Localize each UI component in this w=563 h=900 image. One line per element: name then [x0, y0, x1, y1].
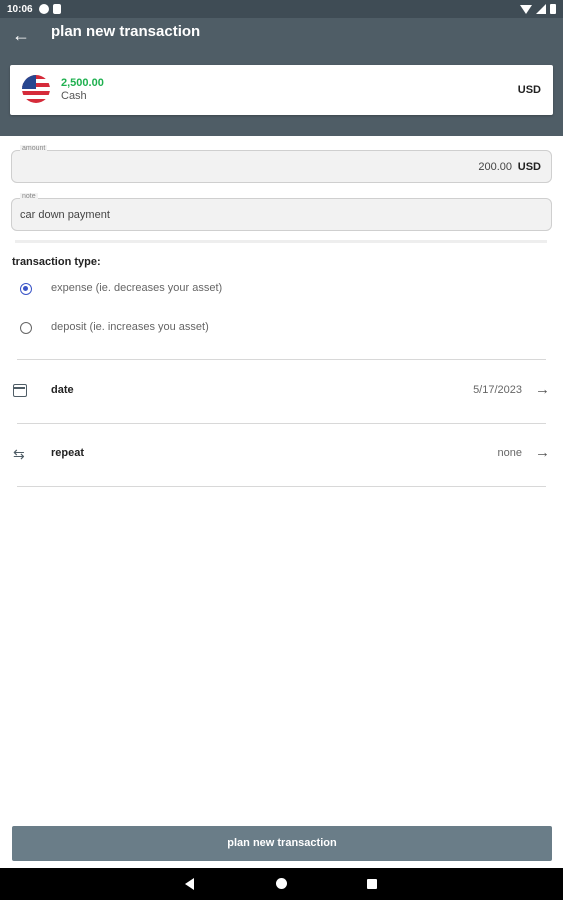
- wifi-icon: [520, 4, 532, 14]
- page-title: plan new transaction: [51, 23, 201, 40]
- radio-deposit[interactable]: deposit (ie. increases you asset): [12, 314, 547, 342]
- amount-field[interactable]: amount 200.00 USD: [11, 145, 552, 183]
- divider: [17, 423, 546, 424]
- arrow-back-icon: ←: [12, 24, 30, 45]
- radio-deposit-label: deposit (ie. increases you asset): [51, 321, 209, 333]
- section-divider: [15, 240, 547, 243]
- date-value: 5/17/2023: [473, 384, 522, 396]
- radio-expense[interactable]: expense (ie. decreases your asset): [12, 275, 547, 303]
- amount-currency: USD: [517, 161, 541, 173]
- system-nav-bar: [0, 868, 563, 900]
- calendar-icon: [13, 384, 27, 397]
- nav-back-icon[interactable]: [185, 878, 194, 890]
- signal-icon: [536, 4, 546, 14]
- notification-icon: [38, 4, 49, 14]
- repeat-row[interactable]: ⇆ repeat none →: [11, 434, 552, 474]
- repeat-title: repeat: [51, 447, 85, 459]
- nav-home-icon[interactable]: [276, 878, 287, 889]
- us-flag-icon: [22, 75, 50, 103]
- arrow-right-icon: →: [535, 444, 550, 461]
- battery-icon: [550, 4, 556, 14]
- amount-label: amount: [20, 145, 48, 152]
- account-balance: 2,500.00: [61, 77, 104, 89]
- radio-checked-icon[interactable]: [20, 283, 32, 295]
- note-value[interactable]: car down payment: [20, 209, 110, 221]
- app-header: ← plan new transaction 2,500.00 Cash USD: [0, 18, 563, 136]
- sim-icon: [52, 4, 61, 14]
- account-currency: USD: [517, 84, 541, 96]
- arrow-right-icon: →: [535, 381, 550, 398]
- back-button[interactable]: ←: [8, 22, 34, 48]
- note-label: note: [20, 193, 38, 200]
- divider: [17, 486, 546, 487]
- radio-unchecked-icon[interactable]: [20, 322, 32, 334]
- repeat-value: none: [497, 447, 522, 459]
- date-row[interactable]: date 5/17/2023 →: [11, 371, 552, 411]
- plan-transaction-button[interactable]: plan new transaction: [12, 826, 552, 861]
- radio-expense-label: expense (ie. decreases your asset): [51, 282, 223, 294]
- repeat-icon: ⇆: [13, 446, 25, 462]
- status-time: 10:06: [7, 3, 33, 15]
- amount-value[interactable]: 200.00: [478, 161, 512, 173]
- status-bar: 10:06: [0, 0, 563, 18]
- date-title: date: [51, 384, 74, 396]
- divider: [17, 359, 546, 360]
- account-name: Cash: [61, 90, 87, 102]
- transaction-type-label: transaction type:: [12, 256, 101, 268]
- account-card[interactable]: 2,500.00 Cash USD: [10, 65, 553, 115]
- nav-recents-icon[interactable]: [367, 879, 377, 889]
- note-field[interactable]: note car down payment: [11, 193, 552, 231]
